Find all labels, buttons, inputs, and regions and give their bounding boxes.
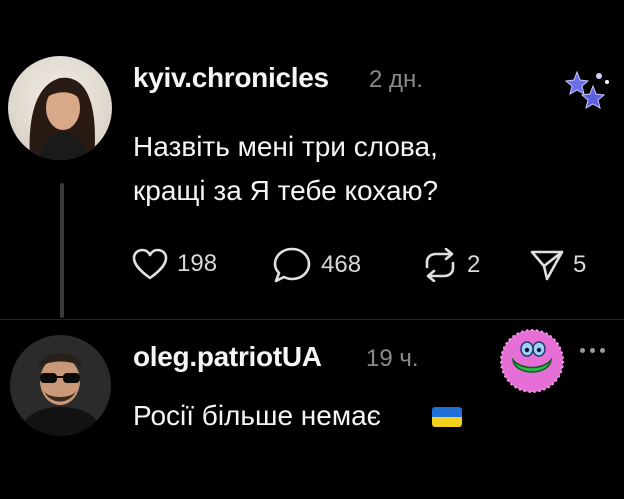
post-text-line2: кращі за Я тебе кохаю? — [133, 175, 439, 206]
more-dot-icon — [580, 348, 585, 353]
ukraine-flag-icon — [432, 407, 462, 427]
share-count: 5 — [573, 251, 587, 278]
more-options-button[interactable] — [580, 348, 605, 353]
post-author-avatar[interactable] — [8, 56, 112, 160]
divider — [0, 319, 624, 320]
comment-bubble-icon — [271, 246, 313, 284]
like-button[interactable]: 198 — [131, 247, 217, 281]
post-username[interactable]: kyiv.chronicles — [133, 62, 329, 94]
reply-timestamp: 19 ч. — [366, 345, 419, 372]
repost-button[interactable]: 2 — [421, 248, 480, 282]
repost-icon — [421, 248, 459, 282]
more-dot-icon — [590, 348, 595, 353]
comment-count: 468 — [321, 251, 362, 278]
repost-count: 2 — [467, 251, 481, 278]
more-dot-icon — [600, 348, 605, 353]
reply-username[interactable]: oleg.patriotUA — [133, 341, 322, 373]
like-count: 198 — [177, 250, 218, 277]
smiley-sticker-icon — [499, 328, 565, 399]
post-timestamp: 2 дн. — [369, 66, 423, 93]
send-icon — [529, 248, 565, 282]
post-text-line1: Назвіть мені три слова, — [133, 131, 438, 162]
reply-text: Росії більше немає — [133, 400, 381, 431]
thread-line — [60, 183, 64, 318]
heart-icon — [131, 247, 169, 281]
sparkle-stars-icon — [564, 68, 611, 119]
comment-button[interactable]: 468 — [271, 246, 361, 284]
share-button[interactable]: 5 — [529, 248, 586, 282]
reply-author-avatar[interactable] — [10, 335, 111, 436]
